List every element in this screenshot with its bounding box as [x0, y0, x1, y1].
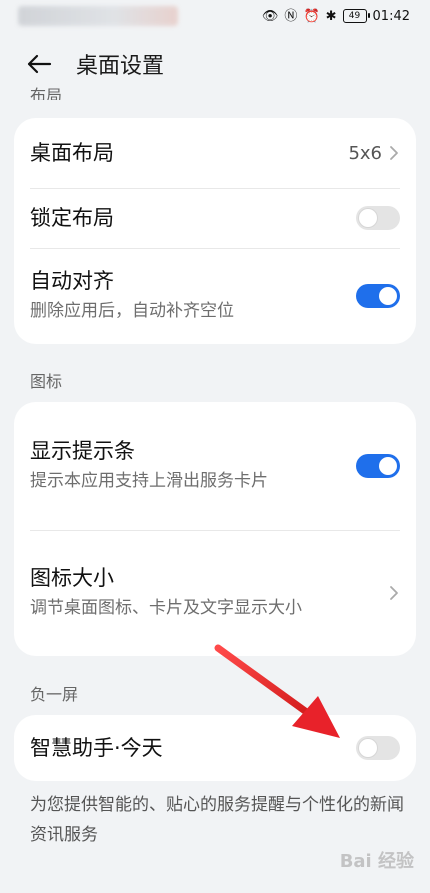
desktop-layout-value: 5x6 — [348, 142, 382, 164]
chevron-right-icon — [390, 146, 398, 160]
battery-level: 49 — [348, 10, 361, 21]
red-arrow-annotation — [214, 644, 340, 738]
section-label-minus-screen: 负一屏 — [30, 685, 79, 704]
desktop-layout-row[interactable]: 桌面布局 5x6 — [14, 118, 416, 188]
status-bar: 👁 Ⓝ ⏰ ✱ 49 01:42 — [0, 0, 430, 32]
status-time: 01:42 — [372, 8, 410, 24]
assistant-description: 为您提供智能的、贴心的服务提醒与个性化的新闻资讯服务 — [30, 795, 404, 845]
desktop-layout-text: 桌面布局 — [30, 139, 348, 167]
desktop-layout-title: 桌面布局 — [30, 141, 114, 165]
icon-size-subtitle: 调节桌面图标、卡片及文字显示大小 — [30, 598, 302, 618]
back-arrow-icon[interactable] — [24, 49, 54, 79]
toggle-knob — [359, 209, 377, 227]
status-icons: 👁 Ⓝ ⏰ ✱ 49 01:42 — [262, 6, 410, 26]
icon-size-title: 图标大小 — [30, 566, 114, 590]
page-title: 桌面设置 — [76, 54, 165, 79]
layout-card: 桌面布局 5x6 锁定布局 自动对齐 删除应用后，自动补齐空位 — [14, 118, 416, 344]
battery-icon: 49 — [342, 9, 370, 23]
section-label-layout: 布局 — [30, 86, 63, 100]
toggle-knob — [359, 739, 377, 757]
show-hint-subtitle: 提示本应用支持上滑出服务卡片 — [30, 471, 268, 491]
section-label-icons: 图标 — [30, 372, 63, 391]
auto-align-subtitle: 删除应用后，自动补齐空位 — [30, 301, 234, 321]
lock-layout-row: 锁定布局 — [14, 188, 416, 248]
notification-icons-blurred — [18, 6, 178, 26]
icon-size-text: 图标大小 调节桌面图标、卡片及文字显示大小 — [30, 564, 388, 622]
show-hint-toggle[interactable] — [356, 454, 400, 478]
auto-align-toggle[interactable] — [356, 284, 400, 308]
bluetooth-icon: ✱ — [325, 8, 337, 24]
lock-layout-text: 锁定布局 — [30, 204, 356, 232]
chevron-right-icon — [390, 586, 398, 600]
auto-align-title: 自动对齐 — [30, 269, 114, 293]
auto-align-row: 自动对齐 删除应用后，自动补齐空位 — [14, 248, 416, 344]
watermark: Bai 经验 — [339, 851, 414, 872]
auto-align-text: 自动对齐 删除应用后，自动补齐空位 — [30, 267, 356, 325]
show-hint-row: 显示提示条 提示本应用支持上滑出服务卡片 — [14, 402, 416, 530]
nfc-icon: Ⓝ — [284, 8, 298, 24]
eye-icon: 👁 — [261, 8, 279, 24]
alarm-icon: ⏰ — [303, 8, 320, 24]
icons-card: 显示提示条 提示本应用支持上滑出服务卡片 图标大小 调节桌面图标、卡片及文字显示… — [14, 402, 416, 656]
toggle-knob — [379, 457, 397, 475]
toggle-knob — [379, 287, 397, 305]
show-hint-title: 显示提示条 — [30, 439, 135, 463]
title-bar: 桌面设置 — [0, 40, 430, 88]
lock-layout-toggle[interactable] — [356, 206, 400, 230]
lock-layout-title: 锁定布局 — [30, 206, 114, 230]
assistant-toggle[interactable] — [356, 736, 400, 760]
show-hint-text: 显示提示条 提示本应用支持上滑出服务卡片 — [30, 437, 356, 495]
